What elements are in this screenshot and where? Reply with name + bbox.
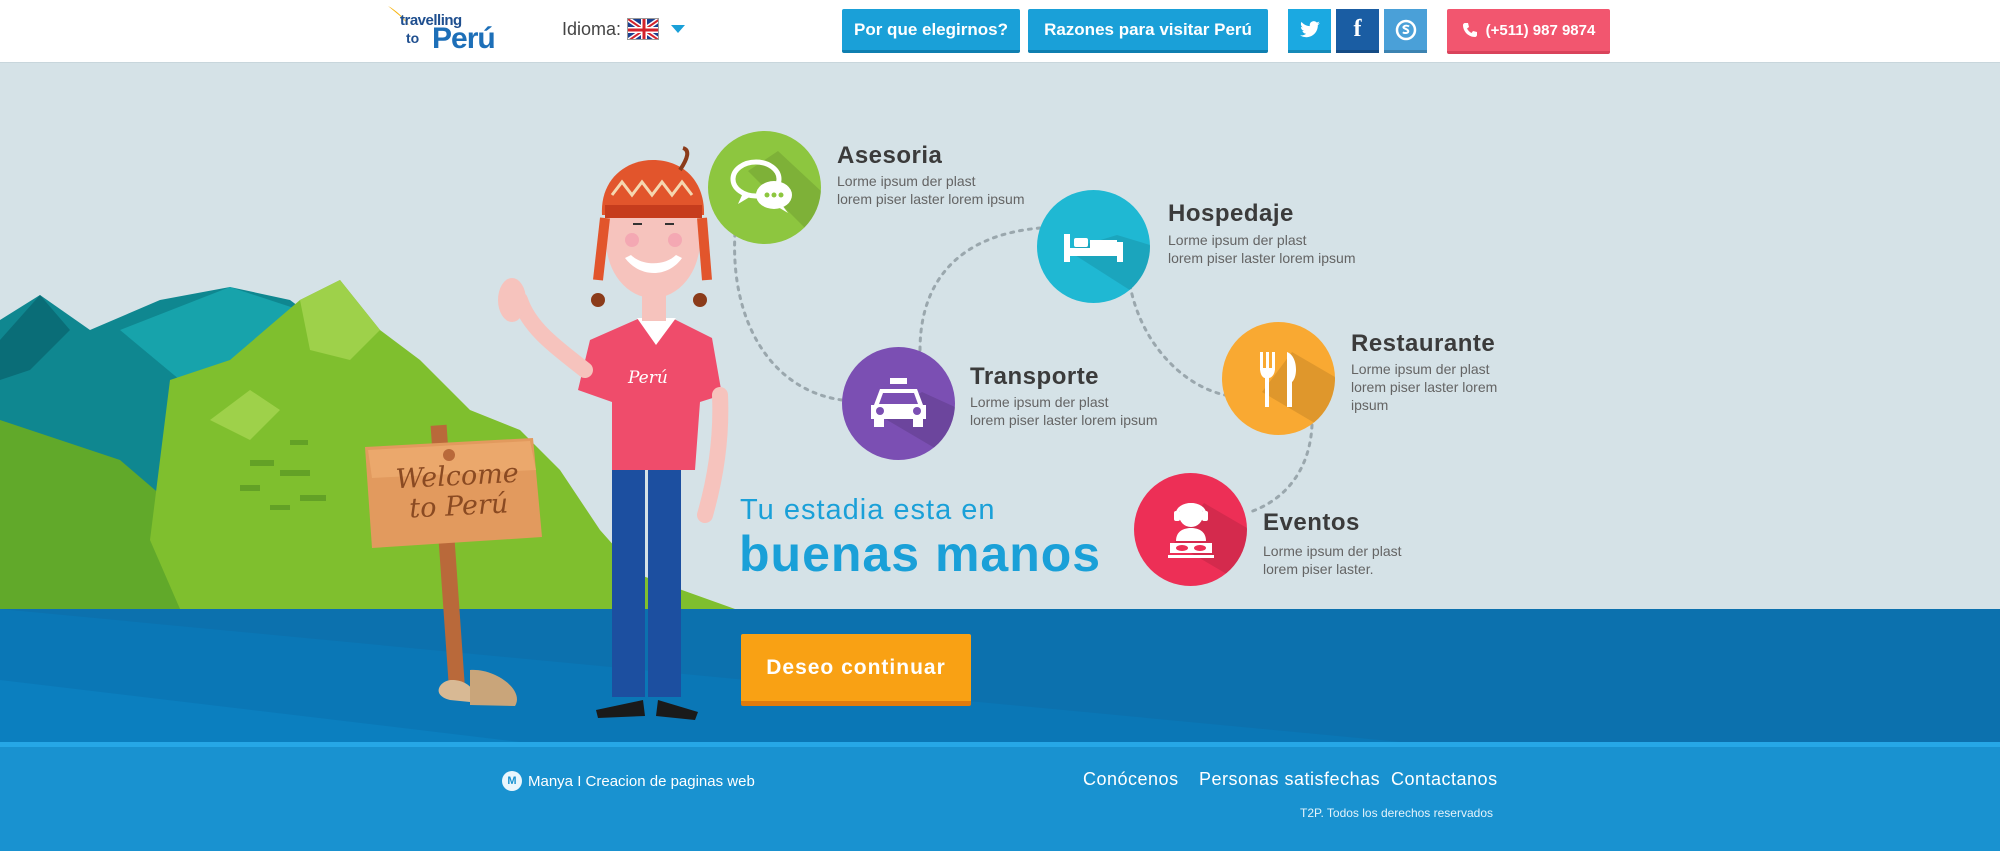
hospedaje-title: Hospedaje xyxy=(1168,200,1294,227)
twitter-icon[interactable] xyxy=(1288,9,1331,53)
site-footer: M Manya I Creacion de paginas web Conóce… xyxy=(0,742,2000,851)
top-header: travelling to Perú Idioma: Por que elegi… xyxy=(0,0,2000,63)
eventos-desc-line2: lorem piser laster. xyxy=(1263,561,1374,577)
phone-number: (+511) 987 9874 xyxy=(1485,21,1596,39)
hospedaje-circle[interactable] xyxy=(1037,190,1150,303)
phone-button[interactable]: (+511) 987 9874 xyxy=(1447,9,1610,54)
transporte-title: Transporte xyxy=(970,363,1100,390)
language-label: Idioma: xyxy=(562,18,622,39)
chevron-down-icon[interactable] xyxy=(671,25,686,33)
copyright-text: T2P. Todos los derechos reservados xyxy=(1300,806,1494,820)
continue-button[interactable]: Deseo continuar xyxy=(741,634,971,706)
fork-knife-icon xyxy=(1260,352,1335,435)
dj-icon xyxy=(1168,503,1247,586)
restaurante-circle[interactable] xyxy=(1222,322,1335,435)
eventos-desc-line1: Lorme ipsum der plast xyxy=(1263,543,1402,559)
skype-icon[interactable] xyxy=(1384,9,1427,53)
transporte-desc-line2: lorem piser laster lorem ipsum xyxy=(970,412,1158,428)
eventos-description: Lorme ipsum der plast lorem piser laster… xyxy=(1263,542,1463,578)
manya-credit-text: Manya I Creacion de paginas web xyxy=(528,772,755,790)
bed-icon xyxy=(1064,234,1150,303)
tagline-large: buenas manos xyxy=(739,526,1102,582)
transporte-desc-line1: Lorme ipsum der plast xyxy=(970,394,1109,410)
logo-text-peru: Perú xyxy=(432,22,496,55)
restaurante-desc-line2: lorem piser laster lorem ipsum xyxy=(1351,379,1498,413)
tagline-small: Tu estadia esta en xyxy=(740,494,996,526)
hospedaje-desc-line2: lorem piser laster lorem ipsum xyxy=(1168,250,1356,266)
transporte-circle[interactable] xyxy=(842,347,955,460)
hospedaje-desc-line1: Lorme ipsum der plast xyxy=(1168,232,1307,248)
restaurante-description: Lorme ipsum der plast lorem piser laster… xyxy=(1351,360,1511,414)
why-choose-us-button[interactable]: Por que elegirnos? xyxy=(842,9,1020,53)
restaurante-title: Restaurante xyxy=(1351,330,1496,357)
logo-text-to: to xyxy=(406,30,420,46)
site-logo[interactable]: travelling to Perú xyxy=(386,4,501,58)
phone-icon xyxy=(1462,23,1477,37)
manya-logo-icon: M xyxy=(502,771,522,791)
asesoria-circle[interactable] xyxy=(708,131,821,244)
taxi-icon xyxy=(871,378,955,460)
restaurante-desc-line1: Lorme ipsum der plast xyxy=(1351,361,1490,377)
sign-text: Welcome to Perú xyxy=(377,458,540,526)
footer-link-contactanos[interactable]: Contactanos xyxy=(1391,769,1498,790)
reasons-visit-peru-button[interactable]: Razones para visitar Perú xyxy=(1028,9,1268,53)
eventos-circle[interactable] xyxy=(1134,473,1247,586)
manya-credit-link[interactable]: M Manya I Creacion de paginas web xyxy=(502,771,755,791)
transporte-description: Lorme ipsum der plast lorem piser laster… xyxy=(970,393,1170,429)
footer-link-personas-satisfechas[interactable]: Personas satisfechas xyxy=(1199,769,1380,790)
asesoria-desc-line1: Lorme ipsum der plast xyxy=(837,173,976,189)
language-selector[interactable]: Idioma: xyxy=(562,18,686,40)
eventos-title: Eventos xyxy=(1263,509,1360,536)
asesoria-desc-line2: lorem piser laster lorem ipsum xyxy=(837,191,1025,207)
shirt-logo: Perú xyxy=(628,368,668,388)
hospedaje-description: Lorme ipsum der plast lorem piser laster… xyxy=(1168,231,1368,267)
asesoria-description: Lorme ipsum der plast lorem piser laster… xyxy=(837,172,1037,208)
asesoria-title: Asesoria xyxy=(837,142,943,169)
facebook-icon[interactable]: f xyxy=(1336,9,1379,53)
chat-bubbles-icon xyxy=(730,151,821,244)
footer-link-conocenos[interactable]: Conócenos xyxy=(1083,769,1179,790)
uk-flag-icon[interactable] xyxy=(627,18,660,40)
